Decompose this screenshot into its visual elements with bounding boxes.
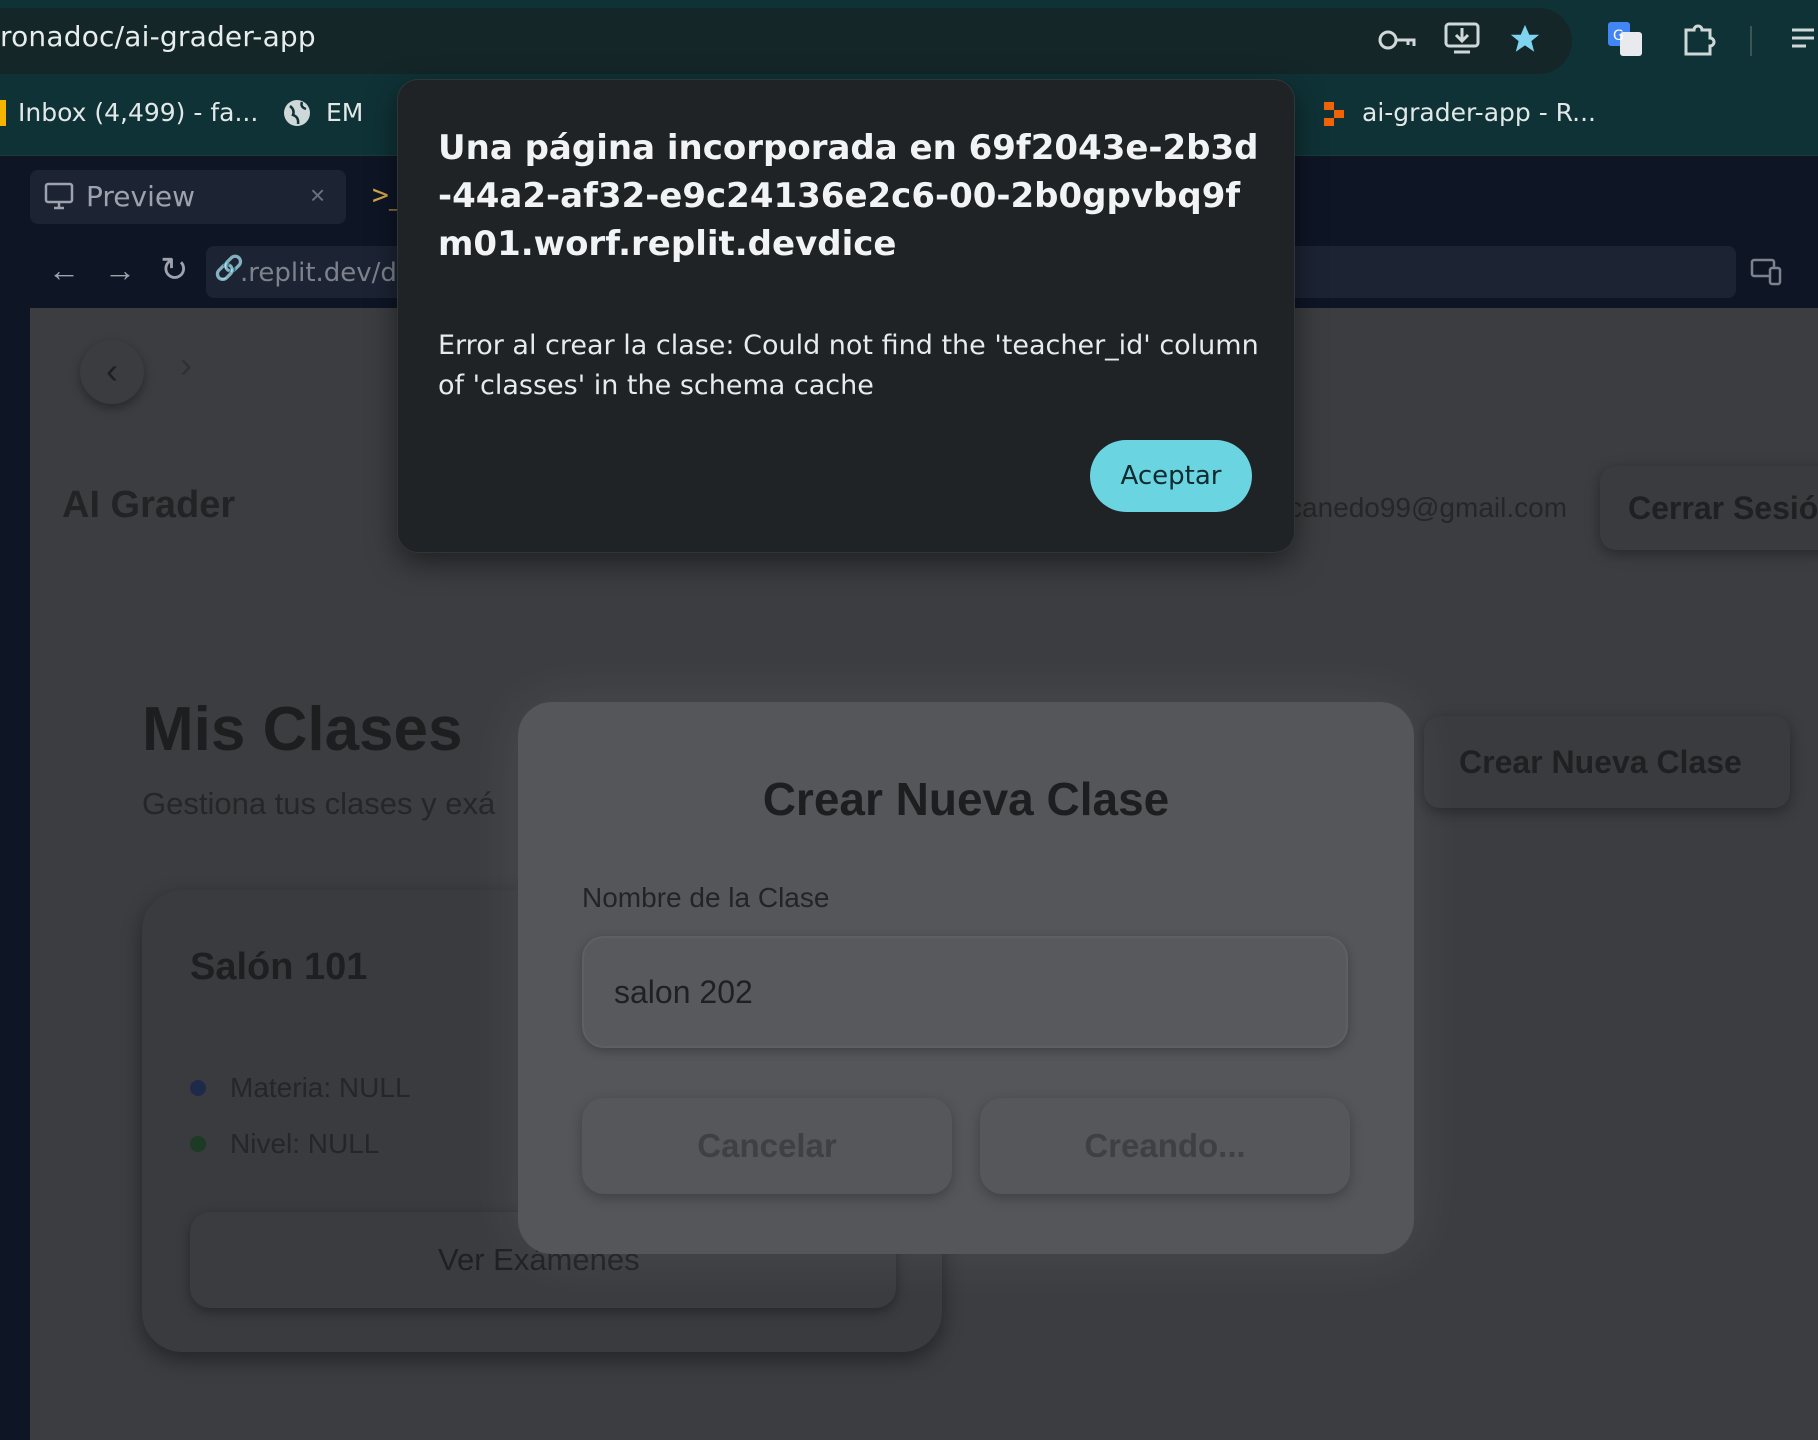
bookmark-ai-grader[interactable]: ai-grader-app - R... xyxy=(1362,98,1596,127)
bookmark-gmail-icon xyxy=(0,100,6,126)
create-class-button[interactable]: Crear Nueva Clase xyxy=(1424,716,1790,808)
toolbar-divider xyxy=(1750,26,1752,56)
create-class-modal: Crear Nueva Clase Nombre de la Clase Can… xyxy=(518,702,1414,1254)
svg-text:G: G xyxy=(1613,28,1624,44)
app-brand: AI Grader xyxy=(62,484,236,526)
user-email: canedo99@gmail.com xyxy=(1288,492,1568,523)
bookmark-em[interactable]: EM xyxy=(326,98,363,127)
page-title: Mis Clases xyxy=(142,695,463,764)
reading-list-icon[interactable] xyxy=(1790,24,1818,54)
modal-title: Crear Nueva Clase xyxy=(762,773,1170,825)
app-forward-button[interactable]: › xyxy=(180,344,192,386)
materia-dot xyxy=(190,1080,206,1096)
cancel-button[interactable]: Cancelar xyxy=(582,1098,952,1194)
app-back-button[interactable]: ‹ xyxy=(80,340,144,404)
page-subtitle: Gestiona tus clases y exá xyxy=(142,786,496,821)
install-icon[interactable] xyxy=(1444,22,1480,56)
class-card-title: Salón 101 xyxy=(190,946,368,988)
class-name-input[interactable] xyxy=(582,936,1348,1048)
left-rail xyxy=(0,308,30,1440)
back-icon[interactable]: ← xyxy=(48,252,80,289)
devices-icon[interactable] xyxy=(1750,258,1782,286)
logout-button[interactable]: Cerrar Sesió xyxy=(1600,466,1818,550)
nivel-dot xyxy=(190,1136,206,1152)
close-tab-icon[interactable]: × xyxy=(310,180,325,211)
logout-label: Cerrar Sesió xyxy=(1628,490,1818,526)
alert-dialog: Una página incorporada en 69f2043e-2b3d-… xyxy=(398,80,1294,552)
class-materia: Materia: NULL xyxy=(230,1072,411,1103)
class-name-label: Nombre de la Clase xyxy=(582,882,830,913)
star-icon[interactable] xyxy=(1508,22,1542,56)
forward-icon[interactable]: → xyxy=(104,252,136,289)
monitor-icon xyxy=(44,182,74,210)
reload-icon[interactable]: ↻ xyxy=(160,250,189,290)
tab-preview-label: Preview xyxy=(86,180,195,213)
alert-title: Una página incorporada en 69f2043e-2b3d-… xyxy=(438,128,1259,264)
key-icon[interactable] xyxy=(1378,28,1416,52)
address-text[interactable]: ronadoc/ai-grader-app xyxy=(0,20,316,53)
class-nivel: Nivel: NULL xyxy=(230,1128,380,1159)
globe-icon xyxy=(284,100,310,126)
accept-button[interactable]: Aceptar xyxy=(1090,440,1252,512)
submit-button[interactable]: Creando... xyxy=(980,1098,1350,1194)
extensions-icon[interactable] xyxy=(1682,22,1716,56)
bookmark-inbox[interactable]: Inbox (4,499) - fa... xyxy=(18,98,258,127)
replit-icon xyxy=(1324,102,1344,126)
alert-message: Error al crear la clase: Could not find … xyxy=(438,330,1259,401)
translate-icon[interactable]: G xyxy=(1606,20,1644,58)
create-class-label: Crear Nueva Clase xyxy=(1459,744,1742,780)
